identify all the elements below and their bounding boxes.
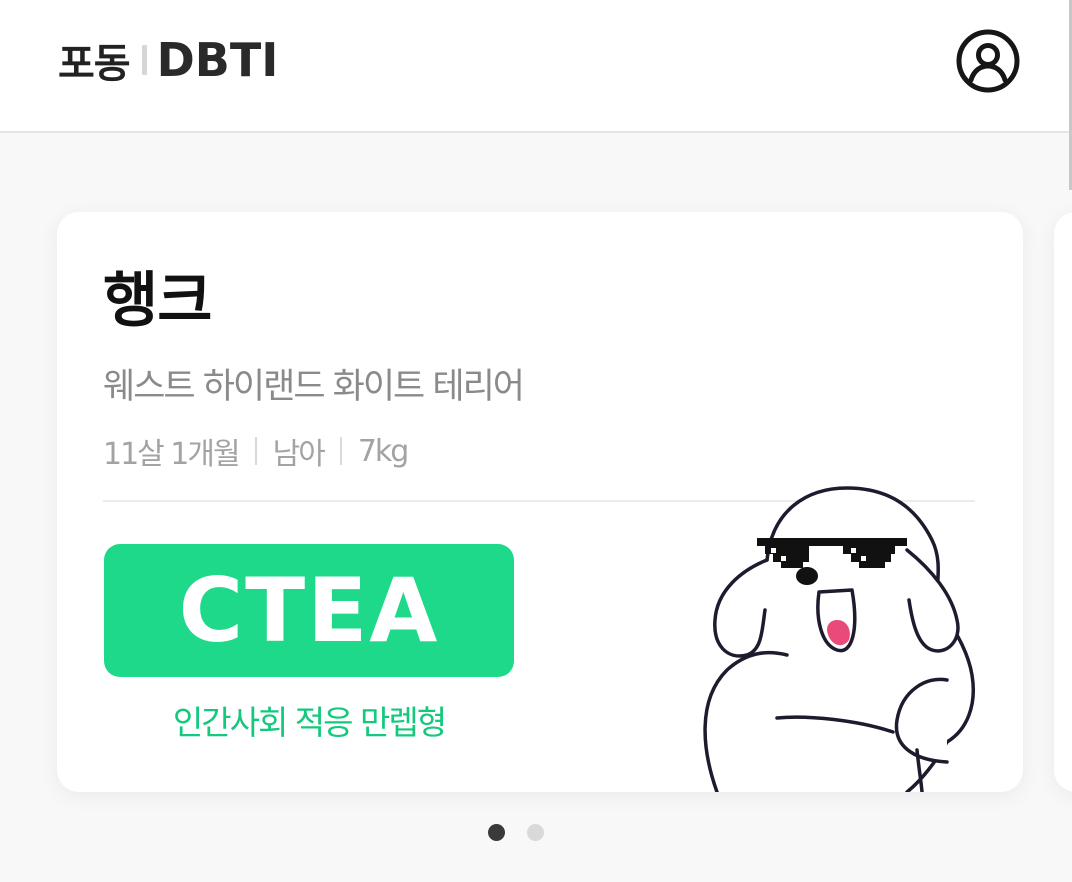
dbti-type-description: 인간사회 적응 만렙형 bbox=[172, 703, 447, 742]
dbti-type-badge: CTEA bbox=[104, 544, 514, 677]
dbti-type-code: CTEA bbox=[178, 559, 440, 662]
meta-separator bbox=[254, 437, 257, 465]
logo-english-text: DBTI bbox=[156, 33, 279, 87]
pagination-dot-1[interactable] bbox=[488, 824, 505, 841]
next-pet-card-peek[interactable] bbox=[1054, 212, 1072, 792]
pet-age: 11살 1개월 bbox=[103, 437, 241, 472]
pagination-dot-2[interactable] bbox=[527, 824, 544, 841]
carousel-pagination bbox=[0, 824, 1072, 841]
pet-breed: 웨스트 하이랜드 화이트 테리어 bbox=[103, 367, 525, 407]
pet-weight: 7kg bbox=[357, 433, 409, 469]
app-logo[interactable]: 포동 DBTI bbox=[58, 30, 278, 90]
pet-gender: 남아 bbox=[272, 437, 326, 472]
logo-separator bbox=[141, 45, 147, 75]
app-header: 포동 DBTI bbox=[0, 0, 1072, 190]
profile-button[interactable] bbox=[955, 28, 1021, 94]
page: 포동 DBTI 행크 웨스트 하이랜드 화이트 테리어 11살 1개월 남아 7… bbox=[0, 0, 1072, 882]
dog-with-sunglasses-illustration bbox=[703, 486, 975, 792]
pet-name: 행크 bbox=[103, 266, 212, 336]
logo-korean-text: 포동 bbox=[58, 41, 131, 87]
user-circle-icon bbox=[956, 29, 1020, 93]
pet-meta: 11살 1개월 남아 7kg bbox=[103, 429, 409, 473]
meta-separator bbox=[339, 437, 342, 465]
pet-card[interactable]: 행크 웨스트 하이랜드 화이트 테리어 11살 1개월 남아 7kg CTEA … bbox=[57, 212, 1023, 792]
